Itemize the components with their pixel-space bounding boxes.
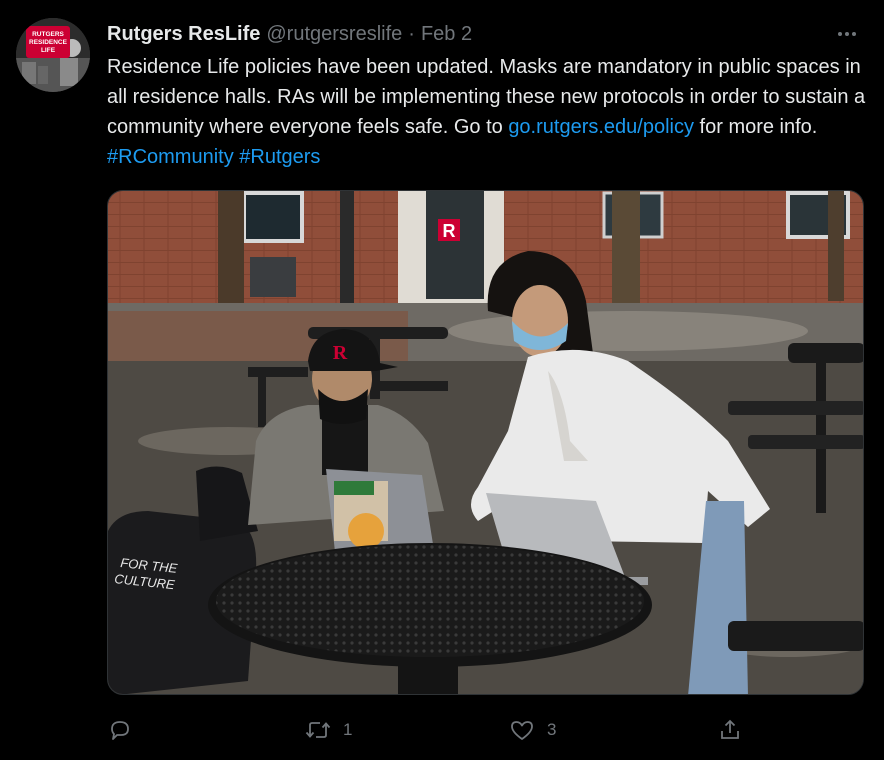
display-name[interactable]: Rutgers ResLife — [107, 23, 260, 46]
tweet-text: Residence Life policies have been update… — [107, 52, 867, 172]
retweet-icon — [305, 717, 331, 743]
avatar[interactable]: RUTGERS RESIDENCE LIFE — [16, 18, 90, 92]
like-button[interactable]: 3 — [509, 712, 556, 748]
avatar-text-3: LIFE — [41, 47, 56, 54]
avatar-text-2: RESIDENCE — [29, 39, 68, 46]
tweet-actions: 1 3 — [107, 712, 747, 748]
tweet-photo[interactable]: R FOR THE CULTURE R — [107, 190, 864, 695]
reply-icon — [107, 717, 133, 743]
more-icon — [838, 32, 856, 36]
cap-logo: R — [333, 342, 348, 364]
share-icon — [717, 717, 743, 743]
tweet-date[interactable]: Feb 2 — [421, 23, 472, 46]
policy-link[interactable]: go.rutgers.edu/policy — [508, 116, 694, 138]
retweet-count: 1 — [343, 720, 353, 739]
more-options-button[interactable] — [830, 20, 864, 48]
photo-scene: R FOR THE CULTURE R — [108, 191, 863, 694]
hashtag-rcommunity[interactable]: #RCommunity — [107, 146, 234, 168]
tweet-body-end: for more info. — [693, 116, 818, 138]
user-handle[interactable]: @rutgersreslife — [266, 23, 402, 46]
reply-button[interactable] — [107, 712, 145, 748]
avatar-image: RUTGERS RESIDENCE LIFE — [16, 18, 90, 92]
separator-dot: · — [408, 22, 415, 45]
share-button[interactable] — [717, 712, 743, 748]
like-count: 3 — [547, 720, 557, 739]
door-logo: R — [443, 221, 456, 241]
hashtag-rutgers[interactable]: #Rutgers — [239, 146, 320, 168]
heart-icon — [509, 717, 535, 743]
retweet-button[interactable]: 1 — [305, 712, 352, 748]
tweet[interactable]: RUTGERS RESIDENCE LIFE Rutgers ResLife @… — [0, 0, 884, 760]
tweet-header: Rutgers ResLife @rutgersreslife · Feb 2 — [107, 20, 864, 48]
avatar-text-1: RUTGERS — [32, 31, 64, 38]
